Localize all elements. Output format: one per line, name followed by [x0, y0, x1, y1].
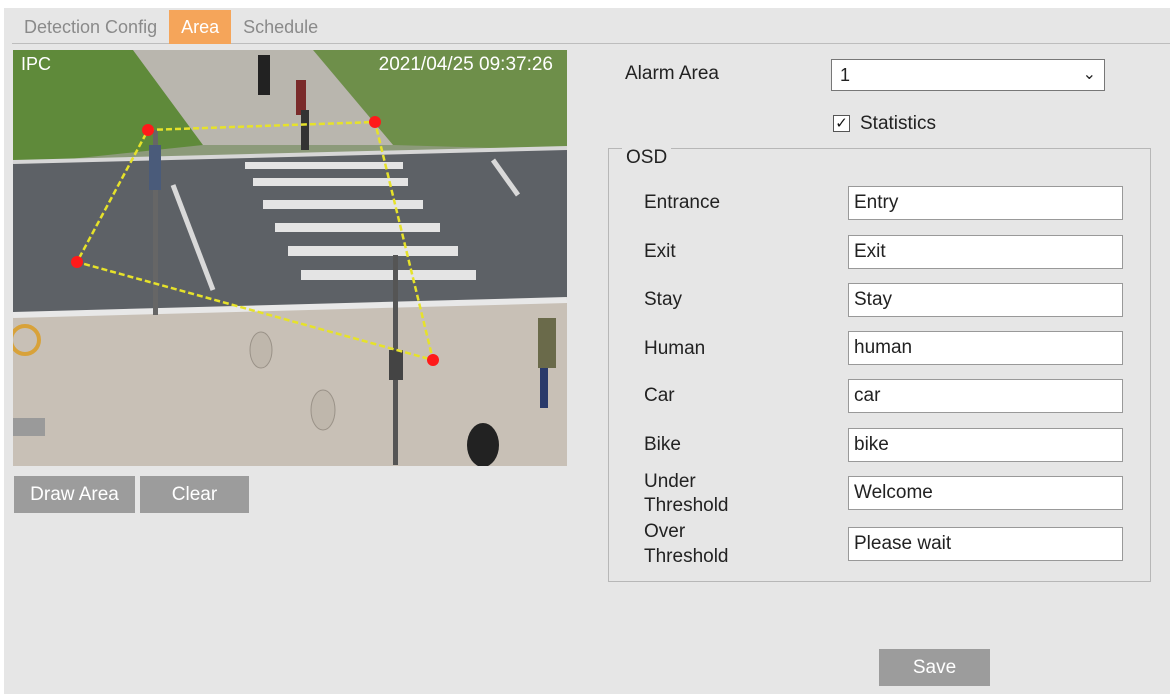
bike-label: Bike	[644, 434, 681, 455]
channel-name: IPC	[21, 54, 52, 74]
car-label: Car	[644, 385, 675, 406]
osd-legend: OSD	[622, 147, 672, 169]
chevron-down-icon: ⌄	[1082, 66, 1096, 83]
camera-preview[interactable]: IPC 2021/04/25 09:37:26	[13, 50, 567, 466]
area-vertex[interactable]	[142, 124, 154, 136]
save-button[interactable]: Save	[879, 649, 990, 686]
area-vertex[interactable]	[427, 354, 439, 366]
stay-input[interactable]: Stay	[848, 283, 1123, 317]
stay-label: Stay	[644, 289, 683, 310]
tab-area[interactable]: Area	[169, 10, 232, 44]
alarm-area-value: 1	[840, 65, 851, 85]
statistics-checkbox[interactable]: ✓	[833, 115, 850, 132]
entrance-input[interactable]: Entry	[848, 186, 1123, 220]
exit-label: Exit	[644, 241, 676, 262]
exit-input[interactable]: Exit	[848, 235, 1123, 269]
area-vertex[interactable]	[369, 116, 381, 128]
alarm-area-select[interactable]: 1 ⌄	[831, 59, 1105, 91]
over-threshold-input[interactable]: Please wait	[848, 527, 1123, 561]
car-input[interactable]: car	[848, 379, 1123, 413]
tab-schedule[interactable]: Schedule	[231, 10, 330, 44]
camera-scene	[13, 50, 567, 466]
entrance-label: Entrance	[644, 192, 721, 213]
under-threshold-input[interactable]: Welcome	[848, 476, 1123, 510]
over-threshold-label-line1: Over	[644, 521, 686, 542]
tab-bar: Detection Config Area Schedule	[12, 10, 1170, 44]
tab-detection-config[interactable]: Detection Config	[12, 10, 169, 44]
human-label: Human	[644, 338, 706, 359]
under-threshold-label-line2: Threshold	[644, 495, 729, 516]
draw-area-button[interactable]: Draw Area	[14, 476, 135, 513]
bike-input[interactable]: bike	[848, 428, 1123, 462]
video-timestamp: 2021/04/25 09:37:26	[378, 54, 553, 75]
area-vertex[interactable]	[71, 256, 83, 268]
clear-button[interactable]: Clear	[140, 476, 249, 513]
under-threshold-label-line1: Under	[644, 471, 696, 492]
over-threshold-label-line2: Threshold	[644, 546, 729, 567]
alarm-area-label: Alarm Area	[625, 63, 719, 84]
statistics-label: Statistics	[860, 113, 937, 134]
human-input[interactable]: human	[848, 331, 1123, 365]
